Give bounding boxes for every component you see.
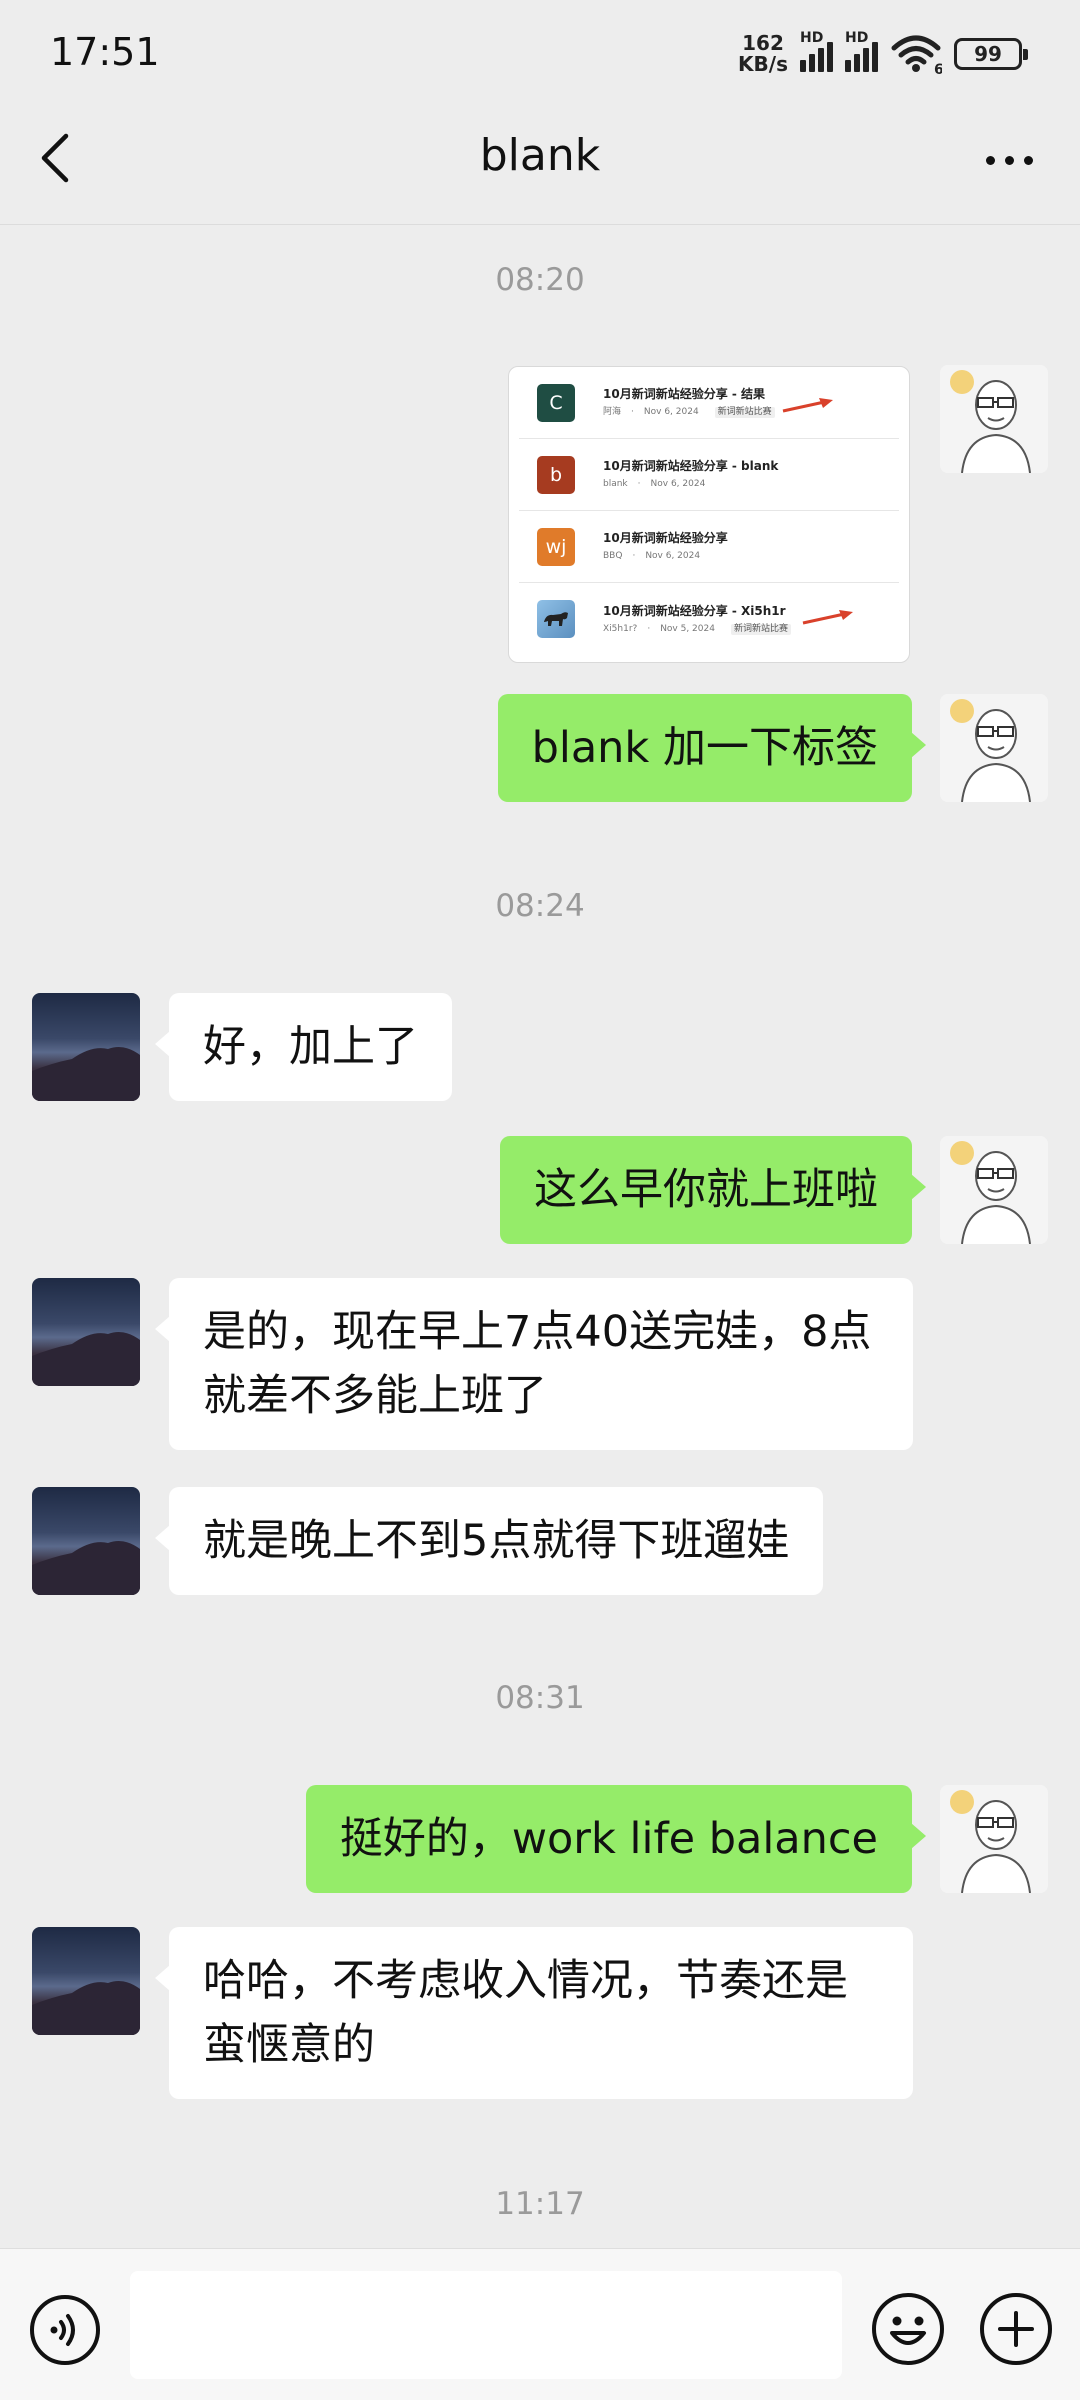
post-author: BBQ	[603, 551, 623, 561]
contact-avatar[interactable]	[32, 1927, 140, 2035]
message-text: 这么早你就上班啦	[534, 1165, 878, 1215]
image-message[interactable]: C 10月新词新站经验分享 - 结果 阿海 · Nov 6, 2024 新词新站比赛 …	[508, 366, 910, 663]
input-bar	[0, 2248, 1080, 2400]
post-author: blank	[603, 479, 628, 489]
outgoing-message[interactable]: blank 加一下标签	[497, 694, 927, 802]
mountain-photo-icon	[32, 1541, 140, 1595]
message-input[interactable]	[130, 2271, 842, 2379]
signal-1-icon: HD	[800, 30, 833, 72]
mountain-photo-icon	[32, 1332, 140, 1386]
post-icon: C	[537, 383, 575, 422]
self-avatar[interactable]	[940, 365, 1048, 473]
timestamp: 08:31	[495, 1680, 585, 1716]
cartoon-man-icon	[940, 1136, 1048, 1244]
post-date: Nov 6, 2024	[643, 407, 699, 417]
post-title: 10月新词新站经验分享 - blank	[603, 459, 779, 473]
contact-avatar[interactable]	[32, 1278, 140, 1386]
image-list-row: C 10月新词新站经验分享 - 结果 阿海 · Nov 6, 2024 新词新站比赛	[519, 367, 899, 439]
post-author: 阿海	[603, 407, 622, 417]
timestamp: 08:20	[495, 262, 585, 298]
network-speed: 162 KB/s	[738, 33, 788, 75]
cartoon-man-icon	[940, 1785, 1048, 1893]
post-author: Xi5h1r?	[603, 623, 638, 634]
network-speed-value: 162	[742, 31, 784, 55]
wifi-version-label: 6	[934, 62, 942, 74]
status-time: 17:51	[50, 30, 160, 74]
chat-title: blank	[479, 130, 601, 181]
message-text: 是的，现在早上7点40送完娃，8点就差不多能上班了	[203, 1307, 872, 1421]
post-date: Nov 6, 2024	[645, 551, 701, 561]
red-arrow-icon	[782, 398, 833, 413]
timestamp: 11:17	[495, 2186, 585, 2222]
message-text: 就是晚上不到5点就得下班遛娃	[203, 1516, 790, 1566]
dog-photo-icon	[537, 600, 575, 638]
voice-icon[interactable]	[28, 2293, 102, 2367]
status-bar: 17:51 162 KB/s HD HD 6 99	[0, 0, 1080, 100]
contact-avatar[interactable]	[32, 993, 140, 1101]
status-icons: 162 KB/s HD HD 6 99	[738, 30, 1028, 78]
message-text: 哈哈，不考虑收入情况，节奏还是蛮惬意的	[203, 1956, 848, 2070]
network-speed-unit: KB/s	[738, 52, 788, 76]
cartoon-man-icon	[940, 694, 1048, 802]
incoming-message[interactable]: 哈哈，不考虑收入情况，节奏还是蛮惬意的	[155, 1927, 913, 2099]
chat-header: blank	[0, 100, 1080, 225]
emoji-icon[interactable]	[870, 2291, 946, 2367]
plus-icon[interactable]	[978, 2291, 1054, 2367]
image-list-row: 10月新词新站经验分享 - Xi5h1r Xi5h1r? · Nov 5, 2024…	[519, 583, 899, 655]
post-tag: 新词新站比赛	[714, 407, 775, 418]
post-tag: 新词新站比赛	[730, 623, 791, 635]
header-divider	[0, 224, 1080, 225]
message-text: blank 加一下标签	[531, 723, 878, 773]
incoming-message[interactable]: 好，加上了	[155, 993, 452, 1101]
post-title: 10月新词新站经验分享	[603, 531, 728, 545]
self-avatar[interactable]	[940, 1136, 1048, 1244]
post-icon: b	[537, 455, 575, 494]
outgoing-message[interactable]: 这么早你就上班啦	[500, 1136, 926, 1244]
battery-icon: 99	[954, 38, 1028, 70]
post-title: 10月新词新站经验分享 - Xi5h1r	[603, 603, 786, 618]
signal-2-hd-label: HD	[845, 30, 869, 46]
incoming-message[interactable]: 是的，现在早上7点40送完娃，8点就差不多能上班了	[155, 1278, 913, 1450]
more-options-button[interactable]	[974, 130, 1044, 190]
more-dot-icon	[985, 155, 995, 165]
signal-2-icon: HD	[845, 30, 878, 72]
cartoon-man-icon	[940, 365, 1048, 473]
image-list-row: b 10月新词新站经验分享 - blank blank · Nov 6, 2024	[519, 439, 899, 511]
timestamp: 08:24	[495, 888, 585, 924]
contact-avatar[interactable]	[32, 1487, 140, 1595]
battery-level: 99	[974, 42, 1002, 66]
self-avatar[interactable]	[940, 1785, 1048, 1893]
image-list-row: wj 10月新词新站经验分享 BBQ · Nov 6, 2024	[519, 511, 899, 583]
incoming-message[interactable]: 就是晚上不到5点就得下班遛娃	[154, 1487, 824, 1595]
mountain-photo-icon	[32, 1047, 140, 1101]
message-text: 好，加上了	[203, 1022, 418, 1072]
mountain-photo-icon	[32, 1981, 140, 2035]
outgoing-message[interactable]: 挺好的，work life balance	[305, 1785, 927, 1893]
self-avatar[interactable]	[940, 694, 1048, 802]
more-dot-icon	[1023, 155, 1033, 165]
more-dot-icon	[1004, 155, 1014, 165]
post-icon: wj	[537, 527, 575, 566]
post-date: Nov 6, 2024	[650, 479, 706, 489]
post-date: Nov 5, 2024	[660, 623, 715, 634]
message-text: 挺好的，work life balance	[339, 1814, 878, 1864]
wifi-icon: 6	[891, 35, 942, 74]
signal-1-hd-label: HD	[800, 30, 824, 46]
post-title: 10月新词新站经验分享 - 结果	[603, 387, 766, 401]
red-arrow-icon	[802, 610, 853, 625]
